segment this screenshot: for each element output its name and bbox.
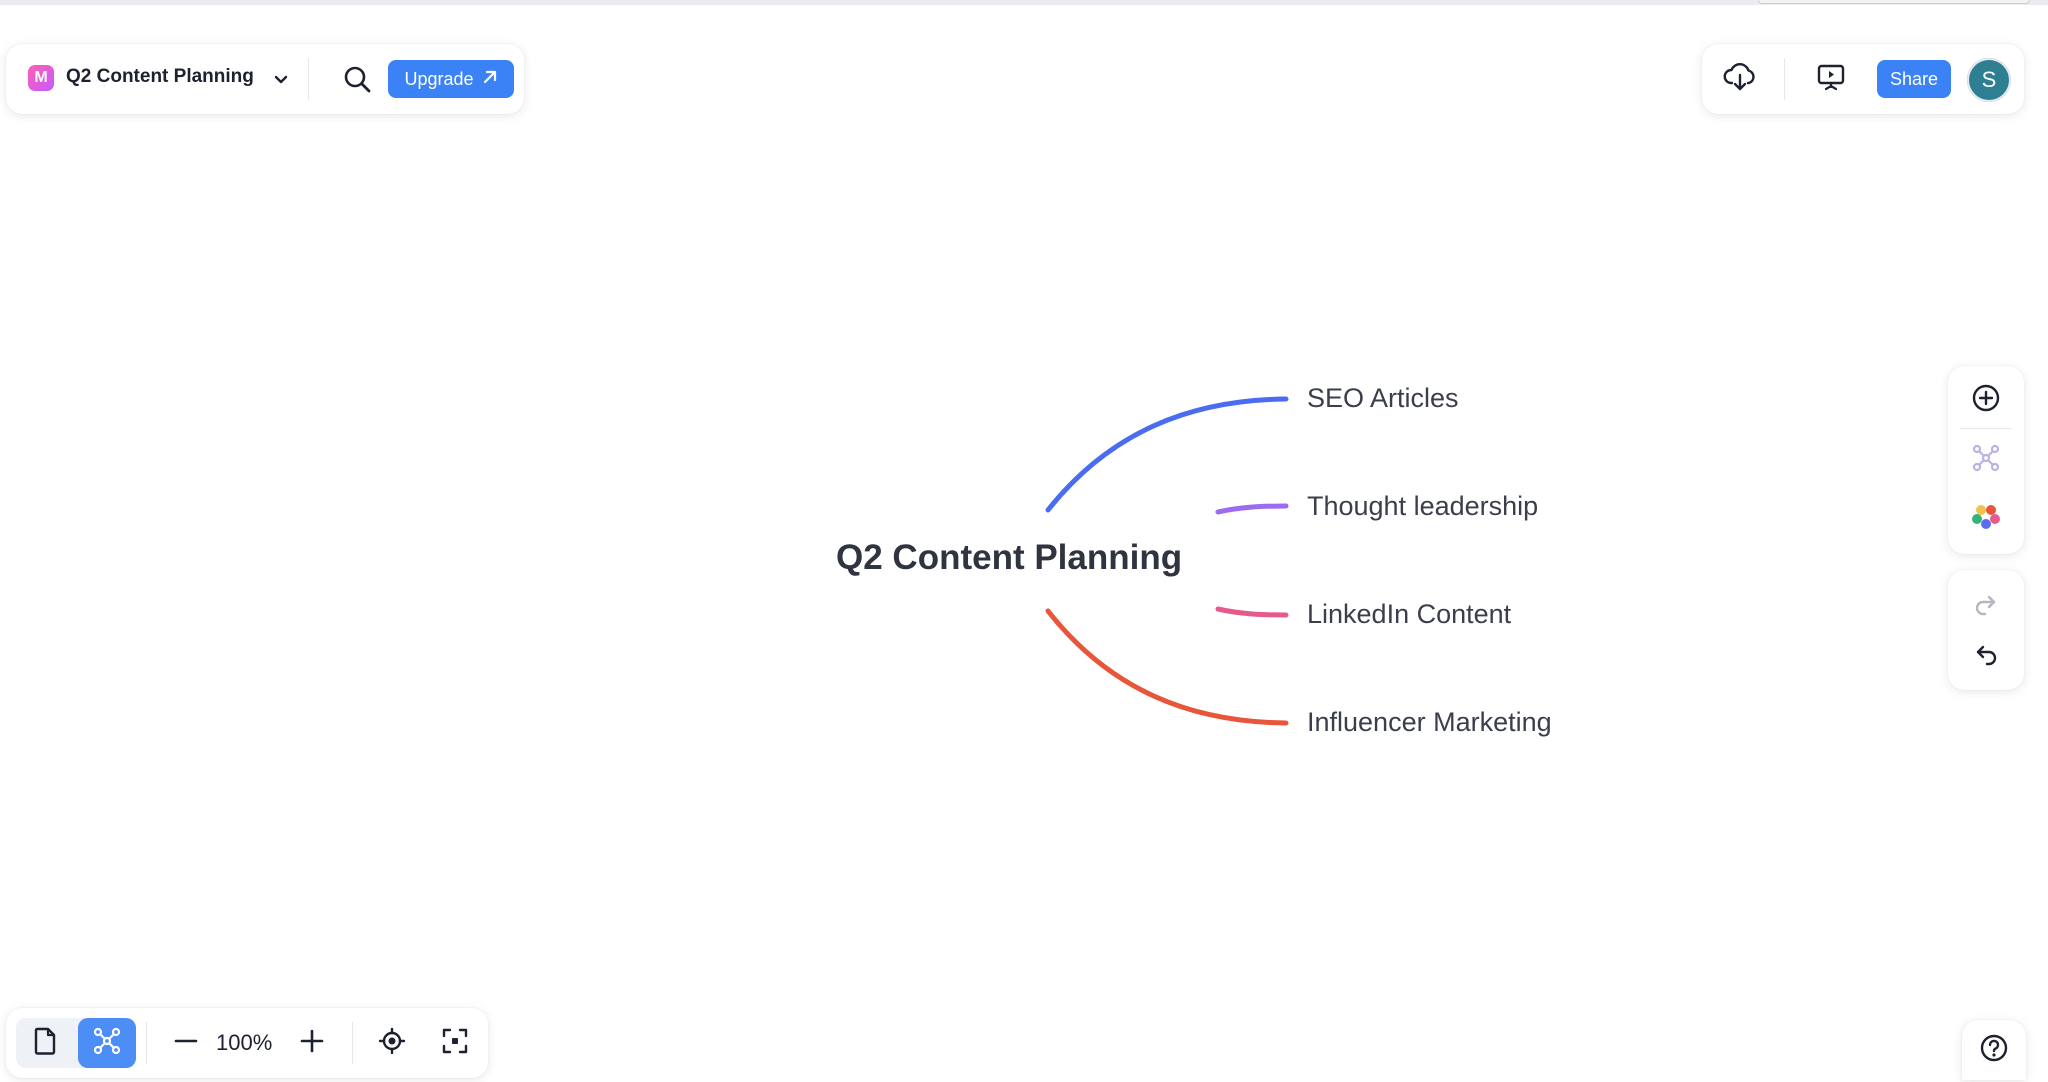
mindmap-icon (92, 1026, 122, 1061)
presentation-icon (1815, 61, 1847, 98)
document-title[interactable]: Q2 Content Planning (66, 66, 254, 88)
locate-icon (378, 1027, 406, 1060)
mindmap-view-button[interactable] (78, 1018, 136, 1068)
branch-connector-thought-leadership (1215, 503, 1289, 515)
zoom-level: 100% (216, 1030, 273, 1055)
outline-view-button[interactable] (16, 1018, 74, 1068)
arrow-up-right-icon (482, 69, 498, 90)
help-panel (1962, 1020, 2026, 1080)
upgrade-button[interactable]: Upgrade (388, 60, 514, 98)
theme-button[interactable] (1964, 496, 2008, 540)
mindmap-node-thought-leadership[interactable]: Thought leadership (1307, 491, 1538, 522)
mindmap-root-node[interactable]: Q2 Content Planning (836, 538, 1182, 578)
plus-icon (300, 1029, 324, 1058)
undo-button[interactable] (1964, 634, 2008, 678)
user-avatar[interactable]: S (1967, 58, 2011, 102)
layout-button[interactable] (1964, 438, 2008, 482)
download-button[interactable] (1718, 57, 1762, 101)
app-logo: M (28, 65, 54, 91)
share-button[interactable]: Share (1877, 60, 1951, 98)
cloud-download-icon (1723, 62, 1757, 97)
help-button[interactable] (1972, 1028, 2016, 1072)
present-button[interactable] (1809, 57, 1853, 101)
branch-connector-seo-articles (1045, 396, 1289, 513)
bottom-toolbar: 100% (6, 1008, 488, 1078)
mindmap-node-seo-articles[interactable]: SEO Articles (1307, 383, 1459, 414)
mindmap-node-linkedin-content[interactable]: LinkedIn Content (1307, 599, 1511, 630)
chevron-down-icon[interactable] (272, 70, 290, 88)
toolbar-divider (146, 1022, 147, 1064)
minus-icon (174, 1029, 198, 1058)
zoom-in-button[interactable] (290, 1021, 334, 1065)
plus-circle-icon (1970, 382, 2002, 419)
mindmap-node-influencer-marketing[interactable]: Influencer Marketing (1307, 707, 1552, 738)
upgrade-label: Upgrade (404, 68, 474, 89)
fit-screen-icon (441, 1027, 469, 1060)
help-icon (1979, 1033, 2009, 1068)
color-palette-icon (1971, 501, 2001, 536)
mindmap-layout-icon (1971, 443, 2001, 478)
toolbar-divider (1784, 58, 1785, 100)
branch-connector-influencer-marketing (1045, 608, 1289, 726)
history-panel (1948, 570, 2024, 690)
undo-icon (1972, 640, 2000, 673)
top-left-toolbar: M Q2 Content Planning Upgrade (6, 44, 524, 114)
document-icon (31, 1026, 59, 1061)
search-button[interactable] (340, 62, 374, 96)
search-icon (340, 66, 374, 100)
add-node-button[interactable] (1964, 378, 2008, 422)
toolbar-divider (352, 1022, 353, 1064)
branch-connector-linkedin-content (1215, 606, 1289, 618)
top-right-toolbar: Share S (1702, 44, 2024, 114)
zoom-out-button[interactable] (164, 1021, 208, 1065)
fit-screen-button[interactable] (433, 1021, 477, 1065)
tools-separator (1960, 428, 2012, 429)
redo-button[interactable] (1964, 584, 2008, 628)
redo-icon (1972, 590, 2000, 623)
view-mode-switch (16, 1018, 136, 1068)
locate-button[interactable] (370, 1021, 414, 1065)
right-tools-panel (1948, 366, 2024, 554)
toolbar-divider (308, 58, 309, 100)
